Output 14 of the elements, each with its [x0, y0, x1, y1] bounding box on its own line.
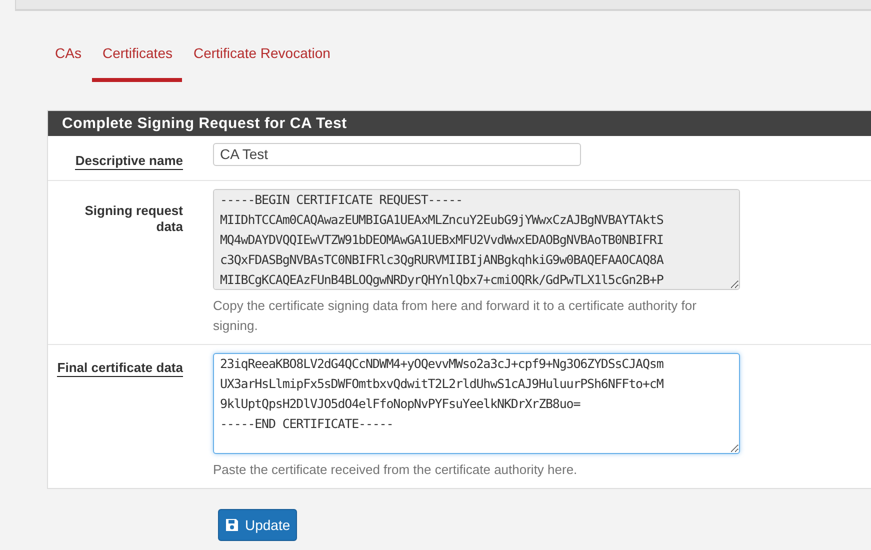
tab[interactable]: Certificates [92, 42, 182, 82]
tab[interactable]: CAs [47, 42, 92, 82]
tab[interactable]: Certificate Revocation [183, 42, 340, 82]
update-button[interactable]: Update [218, 509, 298, 541]
help-text: Copy the certificate signing data from here and forward it to a certificate authority for signing. [213, 297, 698, 335]
certificate-text-area[interactable]: -----BEGIN CERTIFICATE REQUEST----- MIIDhTCCAm0CAQAwazEUMBIGA1UEAxMLZncuY2EubG9jYWwxCzAJBgNVBAYTAktS MQ4wDAYDVQQIEwVTZW91bDEOMAwGA1UEBxMFU2VvdWwxEDAOBgNVBAoTB0NBIFRI c3QxFDASBgNVBAsTC0NBIFRlc3QgRURVMIIBIjANBgkqhkiG9w0BAQEFAAOCAQ8A MIIBCgKCAQEAzFUnB4BLOQgwNRDyrQHYnlQbx7+cmiOQRk/GdPwTLX1l5cGn2B+P [213, 189, 740, 290]
field-label: Descriptive name [75, 153, 183, 170]
save-icon [225, 518, 239, 532]
panel-title: Complete Signing Request for CA Test [48, 111, 871, 136]
field-label: Final certificate data [57, 360, 183, 377]
text-input-field[interactable]: CA Test [213, 142, 581, 166]
help-text: Paste the certificate received from the certificate authority here. [213, 461, 578, 479]
field-label: Signing request data [84, 203, 183, 235]
certificate-text-area[interactable]: 23iqReeaKBO8LV2dG4QCcNDWM4+yOQevvMWso2a3cJ+cpf9+Ng3O6ZYDSsCJAQsm UX3arHsLlmipFx5sDWFOmtbxvQdwitT2L2rldUhwS1cAJ9HuluurPSh6NFFto+cM 9klUptQpsH2DlVJO5dO4elFfoNopNvPYFsuYeelkNKDrXrZB8uo= -----END CERTIFICATE----- [213, 353, 740, 454]
